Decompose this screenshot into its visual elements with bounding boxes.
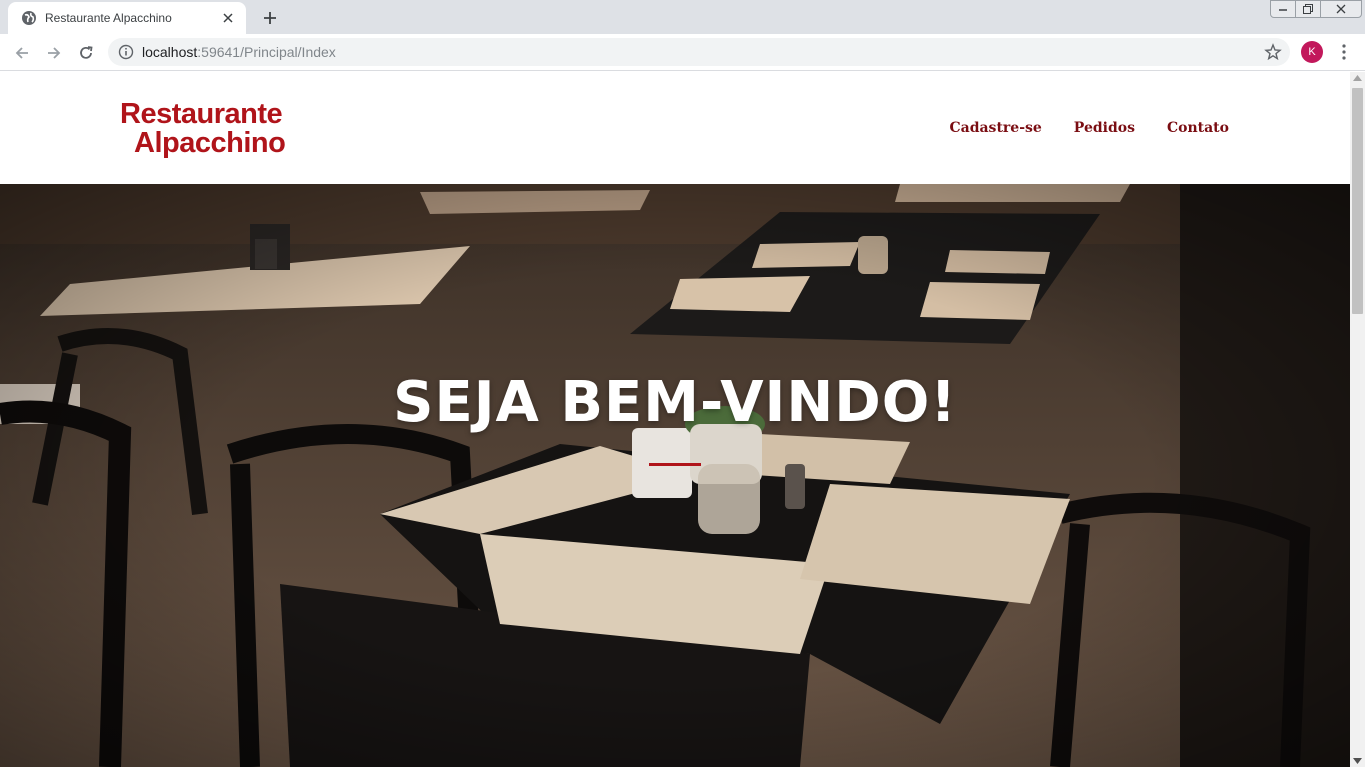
new-tab-button[interactable]	[258, 6, 282, 30]
main-nav: Cadastre-se Pedidos Contato	[949, 120, 1229, 136]
hero-banner: SEJA BEM-VINDO!	[0, 184, 1350, 767]
close-tab-icon[interactable]	[220, 10, 236, 26]
hero-title: SEJA BEM-VINDO!	[393, 370, 957, 435]
url-text: localhost:59641/Principal/Index	[142, 44, 336, 60]
scrollbar-thumb[interactable]	[1352, 88, 1363, 314]
info-icon[interactable]	[118, 44, 134, 60]
logo-line-1: Restaurante	[120, 98, 283, 130]
address-bar[interactable]: localhost:59641/Principal/Index	[108, 38, 1290, 66]
page-viewport: Restaurante Alpacchino Cadastre-se Pedid…	[0, 72, 1350, 767]
browser-tab[interactable]: Restaurante Alpacchino	[8, 2, 246, 34]
arrow-right-icon	[48, 47, 61, 59]
arrow-left-icon	[15, 47, 28, 59]
reload-icon	[80, 46, 93, 59]
nav-link-cadastre-se[interactable]: Cadastre-se	[949, 120, 1041, 136]
profile-avatar[interactable]: K	[1301, 41, 1323, 63]
tab-title: Restaurante Alpacchino	[45, 11, 172, 25]
forward-button[interactable]	[40, 39, 68, 67]
restaurant-background-image	[0, 184, 1350, 767]
close-window-button[interactable]	[1320, 0, 1362, 18]
page-scrollbar[interactable]	[1350, 72, 1365, 767]
nav-link-pedidos[interactable]: Pedidos	[1074, 120, 1135, 136]
back-button[interactable]	[8, 39, 36, 67]
bookmark-star-icon[interactable]	[1264, 43, 1282, 61]
restore-button[interactable]	[1295, 0, 1321, 18]
menu-kebab-icon[interactable]	[1334, 41, 1354, 63]
globe-icon	[21, 10, 37, 26]
tab-strip: Restaurante Alpacchino	[0, 0, 1365, 34]
reload-button[interactable]	[72, 39, 100, 67]
site-logo[interactable]: Restaurante Alpacchino	[120, 98, 286, 159]
scroll-down-icon[interactable]	[1353, 757, 1362, 765]
url-path: :59641/Principal/Index	[197, 44, 336, 60]
logo-line-2: Alpacchino	[134, 127, 286, 159]
scroll-up-icon[interactable]	[1353, 74, 1362, 82]
url-host: localhost	[142, 44, 198, 60]
browser-toolbar: localhost:59641/Principal/Index K	[0, 34, 1365, 71]
nav-link-contato[interactable]: Contato	[1167, 120, 1229, 136]
minimize-button[interactable]	[1270, 0, 1296, 18]
hero-divider	[649, 463, 701, 466]
site-header: Restaurante Alpacchino Cadastre-se Pedid…	[0, 72, 1350, 184]
